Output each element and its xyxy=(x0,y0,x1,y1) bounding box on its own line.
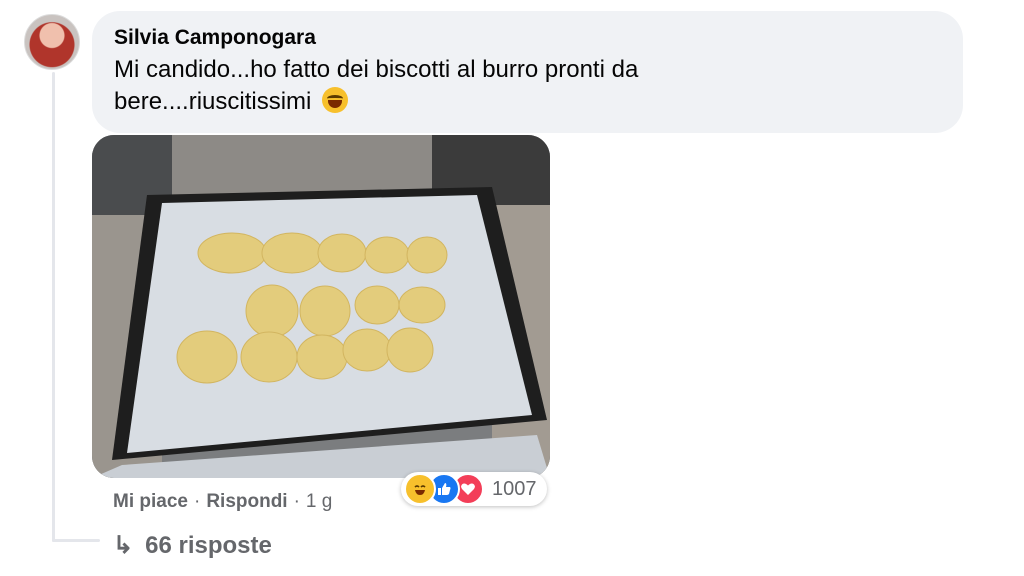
separator: · xyxy=(193,491,201,512)
comment-photo[interactable] xyxy=(92,135,550,478)
timestamp[interactable]: 1 g xyxy=(306,491,332,512)
like-link[interactable]: Mi piace xyxy=(113,491,188,512)
separator: · xyxy=(293,491,300,512)
reply-arrow-icon: ↳ xyxy=(113,532,134,559)
comment-actions: Mi piace · Rispondi · 1 g xyxy=(113,490,332,514)
thread-line-connector xyxy=(52,539,100,542)
comment-bubble: Silvia Camponogara Mi candido...ho fatto… xyxy=(92,11,963,133)
comment-body: Mi candido...ho fatto dei biscotti al bu… xyxy=(114,54,754,118)
comment-author[interactable]: Silvia Camponogara xyxy=(114,26,963,50)
thread-line xyxy=(52,72,55,542)
reaction-count: 1007 xyxy=(492,477,537,500)
laughing-emoji-icon xyxy=(322,87,349,113)
haha-icon xyxy=(404,473,436,505)
replies-count-label: 66 risposte xyxy=(145,532,272,559)
comment-text: Mi candido...ho fatto dei biscotti al bu… xyxy=(114,56,639,115)
reply-link[interactable]: Rispondi xyxy=(206,491,287,512)
baking-tray-photo xyxy=(92,135,550,478)
avatar[interactable] xyxy=(24,14,80,70)
view-replies-link[interactable]: ↳ 66 risposte xyxy=(113,531,272,561)
reactions-summary[interactable]: 1007 xyxy=(401,472,547,506)
